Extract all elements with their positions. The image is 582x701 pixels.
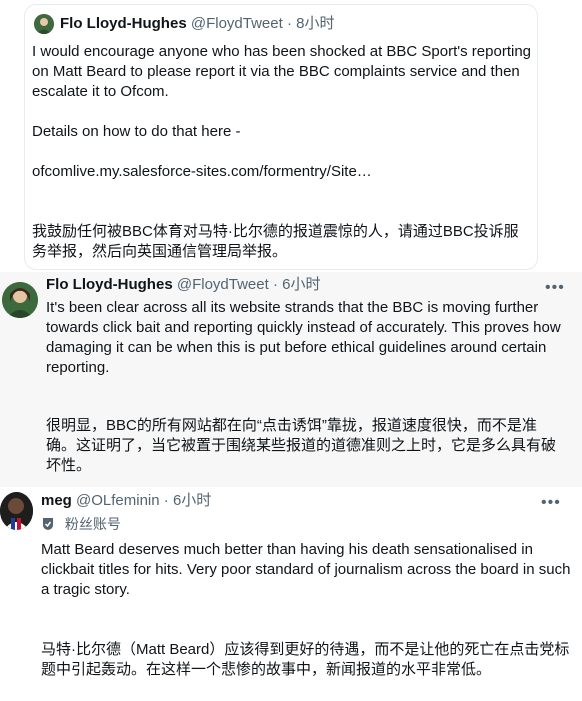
tweet-translation: 很明显，BBC的所有网站都在向“点击诱饵”靠拢，报道速度很快，而不是准确。这证明… xyxy=(46,417,557,474)
avatar[interactable] xyxy=(0,492,33,530)
account-label-text: 粉丝账号 xyxy=(64,516,121,532)
shield-icon xyxy=(41,516,55,530)
tweet-translation: 马特·比尔德（Matt Beard）应该得到更好的待遇，而不是让他的死亡在点击党… xyxy=(41,641,570,678)
tweet-header: Flo Lloyd-Hughes @FloydTweet · 6小时 xyxy=(46,275,320,295)
separator: · xyxy=(272,276,278,293)
separator: · xyxy=(286,15,292,32)
account-label: 粉丝账号 xyxy=(41,514,121,534)
handle[interactable]: @FloydTweet xyxy=(191,15,283,32)
timestamp[interactable]: 6小时 xyxy=(173,492,211,509)
avatar[interactable] xyxy=(2,282,38,318)
avatar[interactable] xyxy=(34,14,54,34)
tweet-header: Flo Lloyd-Hughes @FloydTweet · 8小时 xyxy=(60,14,334,34)
more-options-icon[interactable]: ••• xyxy=(545,280,565,296)
handle[interactable]: @OLfeminin xyxy=(76,492,160,509)
display-name[interactable]: Flo Lloyd-Hughes xyxy=(60,15,187,32)
handle[interactable]: @FloydTweet xyxy=(177,276,269,293)
tweet-text: I would encourage anyone who has been sh… xyxy=(32,43,532,180)
more-options-icon[interactable]: ••• xyxy=(541,495,561,511)
separator: · xyxy=(163,492,169,509)
tweet-text: It's been clear across all its website s… xyxy=(46,299,565,376)
tweet-header: meg @OLfeminin · 6小时 xyxy=(41,491,211,511)
tweet-translation: 我鼓励任何被BBC体育对马特·比尔德的报道震惊的人，请通过BBC投诉服务举报，然… xyxy=(32,223,519,260)
timestamp[interactable]: 8小时 xyxy=(296,15,334,32)
display-name[interactable]: meg xyxy=(41,492,72,509)
timestamp[interactable]: 6小时 xyxy=(282,276,320,293)
display-name[interactable]: Flo Lloyd-Hughes xyxy=(46,276,173,293)
tweet-text: Matt Beard deserves much better than hav… xyxy=(41,541,571,598)
